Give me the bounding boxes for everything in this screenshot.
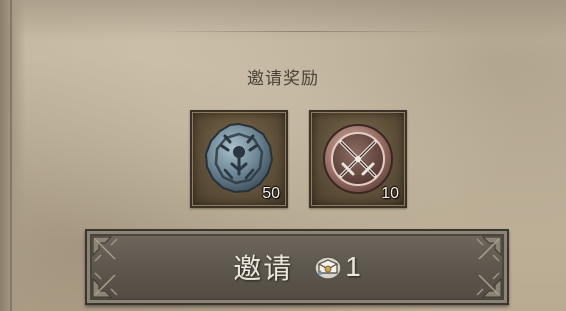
- invite-letter-icon: [314, 256, 342, 280]
- reward-quantity: 10: [381, 185, 399, 202]
- reward-quantity: 50: [262, 185, 280, 202]
- panel-left-edge: [0, 0, 26, 311]
- invite-button-content: 邀请 1: [87, 231, 507, 303]
- invite-cost-amount: 1: [345, 251, 361, 282]
- reward-slot-swords-medal[interactable]: 10: [309, 110, 407, 208]
- panel-title: 邀请奖励: [247, 69, 319, 88]
- header-divider: [150, 31, 450, 32]
- invite-button-label: 邀请: [233, 253, 294, 284]
- panel-top-shade: [0, 0, 566, 40]
- invite-reward-panel: 邀请奖励 50 10 邀请 1: [0, 0, 566, 311]
- reward-slot-rune-coin[interactable]: 50: [190, 110, 288, 208]
- invite-button[interactable]: 邀请 1: [85, 229, 509, 305]
